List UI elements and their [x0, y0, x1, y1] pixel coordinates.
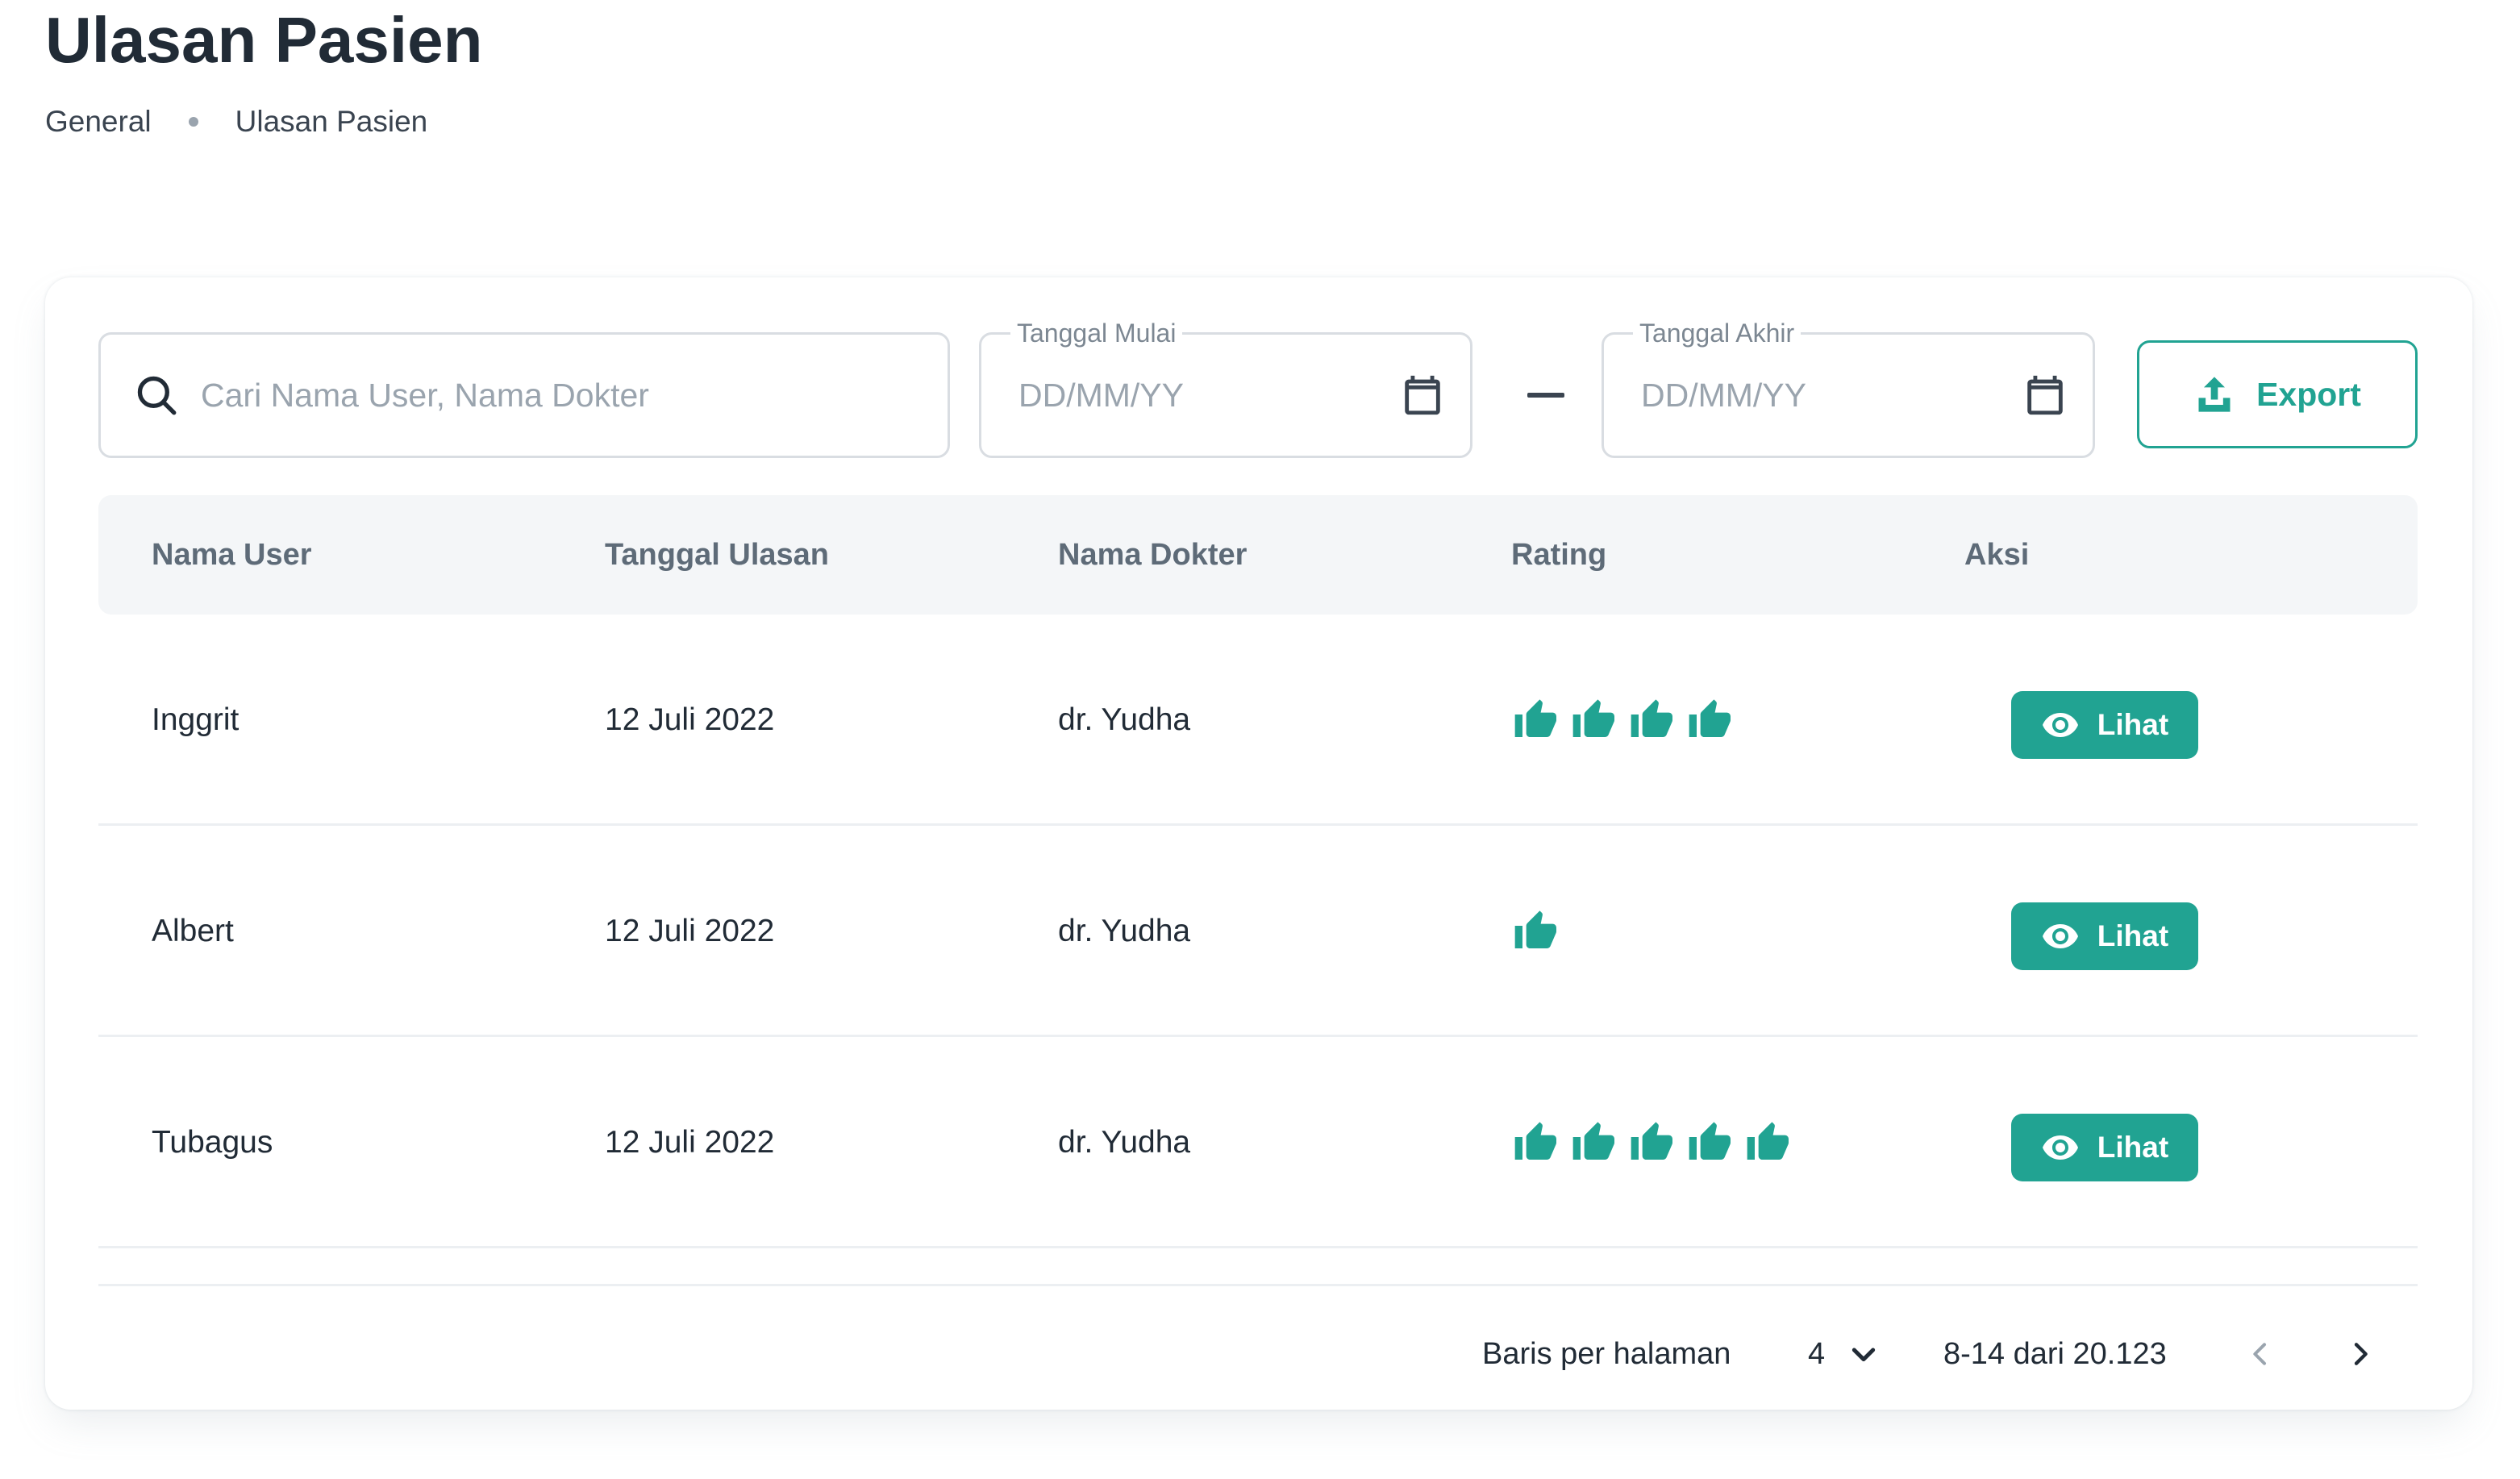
- cell-doctor: dr. Yudha: [1058, 914, 1191, 948]
- column-header-rating: Rating: [1511, 538, 1607, 572]
- export-label: Export: [2256, 375, 2361, 413]
- rows-per-page-label: Baris per halaman: [1482, 1336, 1731, 1371]
- thumbs-up-icon: [1747, 1122, 1789, 1160]
- calendar-icon[interactable]: [1399, 372, 1446, 419]
- cell-doctor: dr. Yudha: [1058, 1125, 1191, 1160]
- cell-date: 12 Juli 2022: [605, 702, 775, 737]
- cell-rating: [1511, 1037, 1789, 1248]
- cell-date: 12 Juli 2022: [605, 1125, 775, 1160]
- table-row: Inggrit 12 Juli 2022 dr. Yudha Lihat: [98, 615, 2418, 826]
- cell-action: Lihat: [2011, 1037, 2198, 1248]
- date-range-separator: [1527, 393, 1564, 398]
- thumbs-up-icon: [1514, 910, 1556, 948]
- cell-doctor: dr. Yudha: [1058, 702, 1191, 737]
- cell-rating: [1511, 826, 1556, 1037]
- cell-rating: [1511, 615, 1731, 826]
- upload-icon: [2198, 377, 2231, 412]
- breadcrumb-item-current: Ulasan Pasien: [235, 105, 428, 138]
- rows-per-page-select[interactable]: 4: [1808, 1310, 1880, 1398]
- end-date-input[interactable]: [1641, 376, 1996, 415]
- cell-user: Inggrit: [152, 702, 240, 737]
- eye-icon: [2042, 713, 2078, 737]
- cell-action: Lihat: [2011, 826, 2198, 1037]
- table-header: Nama User Tanggal Ulasan Nama Dokter Rat…: [98, 495, 2418, 615]
- cell-user: Tubagus: [152, 1125, 273, 1160]
- thumbs-up-icon: [1572, 699, 1614, 737]
- view-button[interactable]: Lihat: [2011, 902, 2198, 970]
- search-icon: [137, 376, 177, 415]
- breadcrumb-item-general[interactable]: General: [45, 105, 152, 139]
- reviews-card: Tanggal Mulai Tanggal Akhir Export Nama …: [45, 277, 2472, 1410]
- thumbs-up-icon: [1689, 1122, 1731, 1160]
- start-date-input[interactable]: [1018, 376, 1373, 415]
- cell-date: 12 Juli 2022: [605, 914, 775, 948]
- start-date-label: Tanggal Mulai: [1010, 317, 1183, 349]
- start-date-field[interactable]: Tanggal Mulai: [979, 317, 1472, 458]
- view-button-label: Lihat: [2097, 1131, 2169, 1164]
- breadcrumb-separator-dot: [188, 117, 198, 127]
- thumbs-up-icon: [1514, 1122, 1556, 1160]
- pagination-range: 8-14 dari 20.123: [1943, 1336, 2167, 1371]
- view-button-label: Lihat: [2097, 708, 2169, 741]
- prev-page-button[interactable]: [2232, 1326, 2289, 1382]
- eye-icon: [2042, 1135, 2078, 1160]
- thumbs-up-icon: [1689, 699, 1731, 737]
- cell-user: Albert: [152, 914, 234, 948]
- thumbs-up-icon: [1631, 699, 1672, 737]
- calendar-icon[interactable]: [2022, 372, 2068, 419]
- chevron-down-icon: [1851, 1348, 1876, 1362]
- table-footer-divider: [98, 1284, 2418, 1286]
- column-header-action: Aksi: [1964, 538, 2030, 572]
- column-header-date: Tanggal Ulasan: [605, 538, 830, 572]
- thumbs-up-icon: [1514, 699, 1556, 737]
- next-page-button[interactable]: [2332, 1326, 2389, 1382]
- end-date-label: Tanggal Akhir: [1633, 317, 1801, 349]
- page-title: Ulasan Pasien: [45, 4, 483, 76]
- chevron-left-icon: [2253, 1343, 2266, 1365]
- search-box[interactable]: [98, 332, 950, 458]
- eye-icon: [2042, 924, 2078, 948]
- thumbs-up-icon: [1631, 1122, 1672, 1160]
- end-date-field[interactable]: Tanggal Akhir: [1602, 317, 2095, 458]
- column-header-doctor: Nama Dokter: [1058, 538, 1248, 572]
- view-button[interactable]: Lihat: [2011, 691, 2198, 759]
- column-header-user: Nama User: [152, 538, 312, 572]
- export-button[interactable]: Export: [2137, 340, 2418, 448]
- thumbs-up-icon: [1572, 1122, 1614, 1160]
- search-input[interactable]: [201, 376, 894, 415]
- view-button-label: Lihat: [2097, 919, 2169, 952]
- cell-action: Lihat: [2011, 615, 2198, 826]
- table-row: Albert 12 Juli 2022 dr. Yudha Lihat: [98, 826, 2418, 1037]
- breadcrumb: General Ulasan Pasien: [45, 102, 427, 142]
- view-button[interactable]: Lihat: [2011, 1114, 2198, 1181]
- rows-per-page-value: 4: [1808, 1336, 1826, 1371]
- table-row: Tubagus 12 Juli 2022 dr. Yudha Lihat: [98, 1037, 2418, 1248]
- chevron-right-icon: [2354, 1343, 2368, 1365]
